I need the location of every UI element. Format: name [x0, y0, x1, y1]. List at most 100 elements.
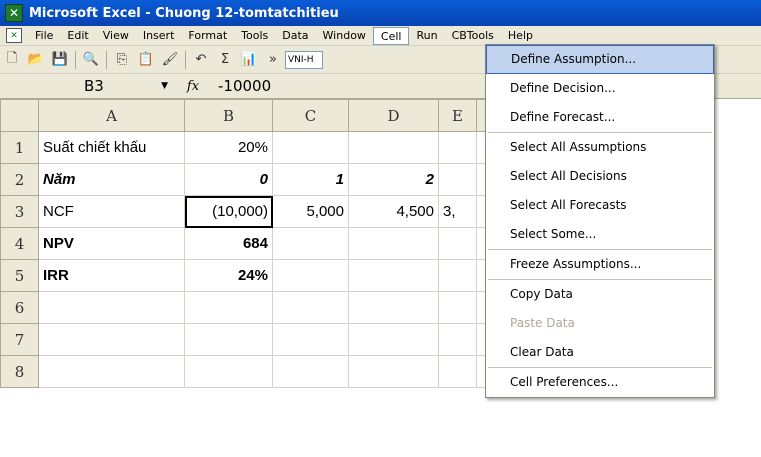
- row-header-3[interactable]: 3: [0, 195, 39, 228]
- title-bar: ✕ Microsoft Excel - Chuong 12-tomtatchit…: [0, 0, 761, 26]
- cell-d2[interactable]: 2: [348, 163, 439, 196]
- menu-item-define-forecast[interactable]: Define Forecast...: [486, 103, 714, 132]
- column-header-a[interactable]: A: [38, 99, 185, 132]
- cell-d1[interactable]: [348, 131, 439, 164]
- cell-d4[interactable]: [348, 227, 439, 260]
- menu-item-define-assumption[interactable]: Define Assumption...: [486, 45, 714, 74]
- cell-e5[interactable]: [438, 259, 477, 292]
- cell-e3[interactable]: 3,: [438, 195, 477, 228]
- autosum-icon[interactable]: Σ: [215, 50, 235, 70]
- cell-a4[interactable]: NPV: [38, 227, 185, 260]
- toolbar-overflow-icon[interactable]: »: [263, 50, 283, 70]
- cell-b3[interactable]: (10,000): [184, 195, 273, 228]
- menu-format[interactable]: Format: [181, 27, 234, 45]
- menu-item-paste-data: Paste Data: [510, 316, 575, 330]
- cell-e1[interactable]: [438, 131, 477, 164]
- row-header-1[interactable]: 1: [0, 131, 39, 164]
- cell-a7[interactable]: [38, 323, 185, 356]
- cell-e2[interactable]: [438, 163, 477, 196]
- cell-e8[interactable]: [438, 355, 477, 388]
- cell-a8[interactable]: [38, 355, 185, 388]
- cell-a1[interactable]: Suất chiết khấu: [38, 131, 185, 164]
- save-icon[interactable]: 💾: [50, 50, 70, 70]
- cell-c5[interactable]: [272, 259, 349, 292]
- column-header-c[interactable]: C: [272, 99, 349, 132]
- cell-c7[interactable]: [272, 323, 349, 356]
- print-preview-icon[interactable]: 🔍: [81, 50, 101, 70]
- cell-b1[interactable]: 20%: [184, 131, 273, 164]
- toolbar-separator: [75, 50, 76, 69]
- menu-item-select-all-assumptions[interactable]: Select All Assumptions: [486, 133, 714, 162]
- font-name-box[interactable]: VNI-H: [285, 50, 323, 69]
- menu-item-select-some[interactable]: Select Some...: [486, 220, 714, 249]
- cell-c4[interactable]: [272, 227, 349, 260]
- cell-b8[interactable]: [184, 355, 273, 388]
- function-icon[interactable]: fx: [168, 79, 218, 94]
- row-header-4[interactable]: 4: [0, 227, 39, 260]
- row-header-2[interactable]: 2: [0, 163, 39, 196]
- cell-d8[interactable]: [348, 355, 439, 388]
- cell-c3[interactable]: 5,000: [272, 195, 349, 228]
- cell-c8[interactable]: [272, 355, 349, 388]
- cell-a2[interactable]: Năm: [38, 163, 185, 196]
- row-header-8[interactable]: 8: [0, 355, 39, 388]
- row-header-7[interactable]: 7: [0, 323, 39, 356]
- menu-item-cell-preferences[interactable]: Cell Preferences...: [486, 368, 714, 397]
- column-header-b[interactable]: B: [184, 99, 273, 132]
- menu-bar: ✕ File Edit View Insert Format Tools Dat…: [0, 26, 761, 46]
- cell-b6[interactable]: [184, 291, 273, 324]
- cell-b7[interactable]: [184, 323, 273, 356]
- menu-item-freeze-assumptions[interactable]: Freeze Assumptions...: [486, 250, 714, 279]
- workbook-icon[interactable]: ✕: [6, 28, 22, 43]
- cell-e7[interactable]: [438, 323, 477, 356]
- window-title: Microsoft Excel - Chuong 12-tomtatchitie…: [29, 5, 339, 21]
- cell-e4[interactable]: [438, 227, 477, 260]
- cell-a5[interactable]: IRR: [38, 259, 185, 292]
- chevron-down-icon[interactable]: ▼: [161, 76, 168, 96]
- cell-b5[interactable]: 24%: [184, 259, 273, 292]
- format-painter-icon[interactable]: 🖌: [160, 50, 180, 70]
- cell-a6[interactable]: [38, 291, 185, 324]
- row-header-5[interactable]: 5: [0, 259, 39, 292]
- menu-cbtools[interactable]: CBTools: [445, 27, 501, 45]
- menu-help[interactable]: Help: [501, 27, 540, 45]
- cell-d3[interactable]: 4,500: [348, 195, 439, 228]
- menu-window[interactable]: Window: [316, 27, 373, 45]
- cell-b2[interactable]: 0: [184, 163, 273, 196]
- cell-d7[interactable]: [348, 323, 439, 356]
- cell-b4[interactable]: 684: [184, 227, 273, 260]
- select-all-corner[interactable]: [0, 99, 39, 132]
- cell-c2[interactable]: 1: [272, 163, 349, 196]
- cell-c1[interactable]: [272, 131, 349, 164]
- cell-e6[interactable]: [438, 291, 477, 324]
- menu-item-select-all-decisions[interactable]: Select All Decisions: [486, 162, 714, 191]
- menu-view[interactable]: View: [96, 27, 136, 45]
- cell-a3[interactable]: NCF: [38, 195, 185, 228]
- cell-d5[interactable]: [348, 259, 439, 292]
- open-folder-icon[interactable]: 📂: [26, 50, 46, 70]
- menu-item-clear-data[interactable]: Clear Data: [486, 338, 714, 367]
- excel-app-icon[interactable]: ✕: [5, 4, 23, 22]
- paste-icon[interactable]: 📋: [136, 50, 156, 70]
- menu-data[interactable]: Data: [275, 27, 315, 45]
- name-box[interactable]: B3 ▼: [10, 76, 168, 96]
- row-header-6[interactable]: 6: [0, 291, 39, 324]
- menu-tools[interactable]: Tools: [234, 27, 275, 45]
- cell-c6[interactable]: [272, 291, 349, 324]
- column-header-d[interactable]: D: [348, 99, 439, 132]
- menu-run[interactable]: Run: [409, 27, 444, 45]
- formula-input[interactable]: -10000: [218, 77, 271, 95]
- menu-edit[interactable]: Edit: [60, 27, 95, 45]
- menu-item-define-decision[interactable]: Define Decision...: [486, 74, 714, 103]
- undo-icon[interactable]: ↶: [191, 50, 211, 70]
- cell-d6[interactable]: [348, 291, 439, 324]
- menu-cell[interactable]: Cell: [372, 26, 410, 45]
- menu-insert[interactable]: Insert: [136, 27, 182, 45]
- menu-item-select-all-forecasts[interactable]: Select All Forecasts: [486, 191, 714, 220]
- menu-item-copy-data[interactable]: Copy Data: [486, 280, 714, 309]
- new-document-icon[interactable]: 🗋: [2, 50, 22, 70]
- copy-icon[interactable]: ⎘: [112, 50, 132, 70]
- column-header-e[interactable]: E: [438, 99, 477, 132]
- menu-file[interactable]: File: [28, 27, 60, 45]
- chart-wizard-icon[interactable]: 📊: [239, 50, 259, 70]
